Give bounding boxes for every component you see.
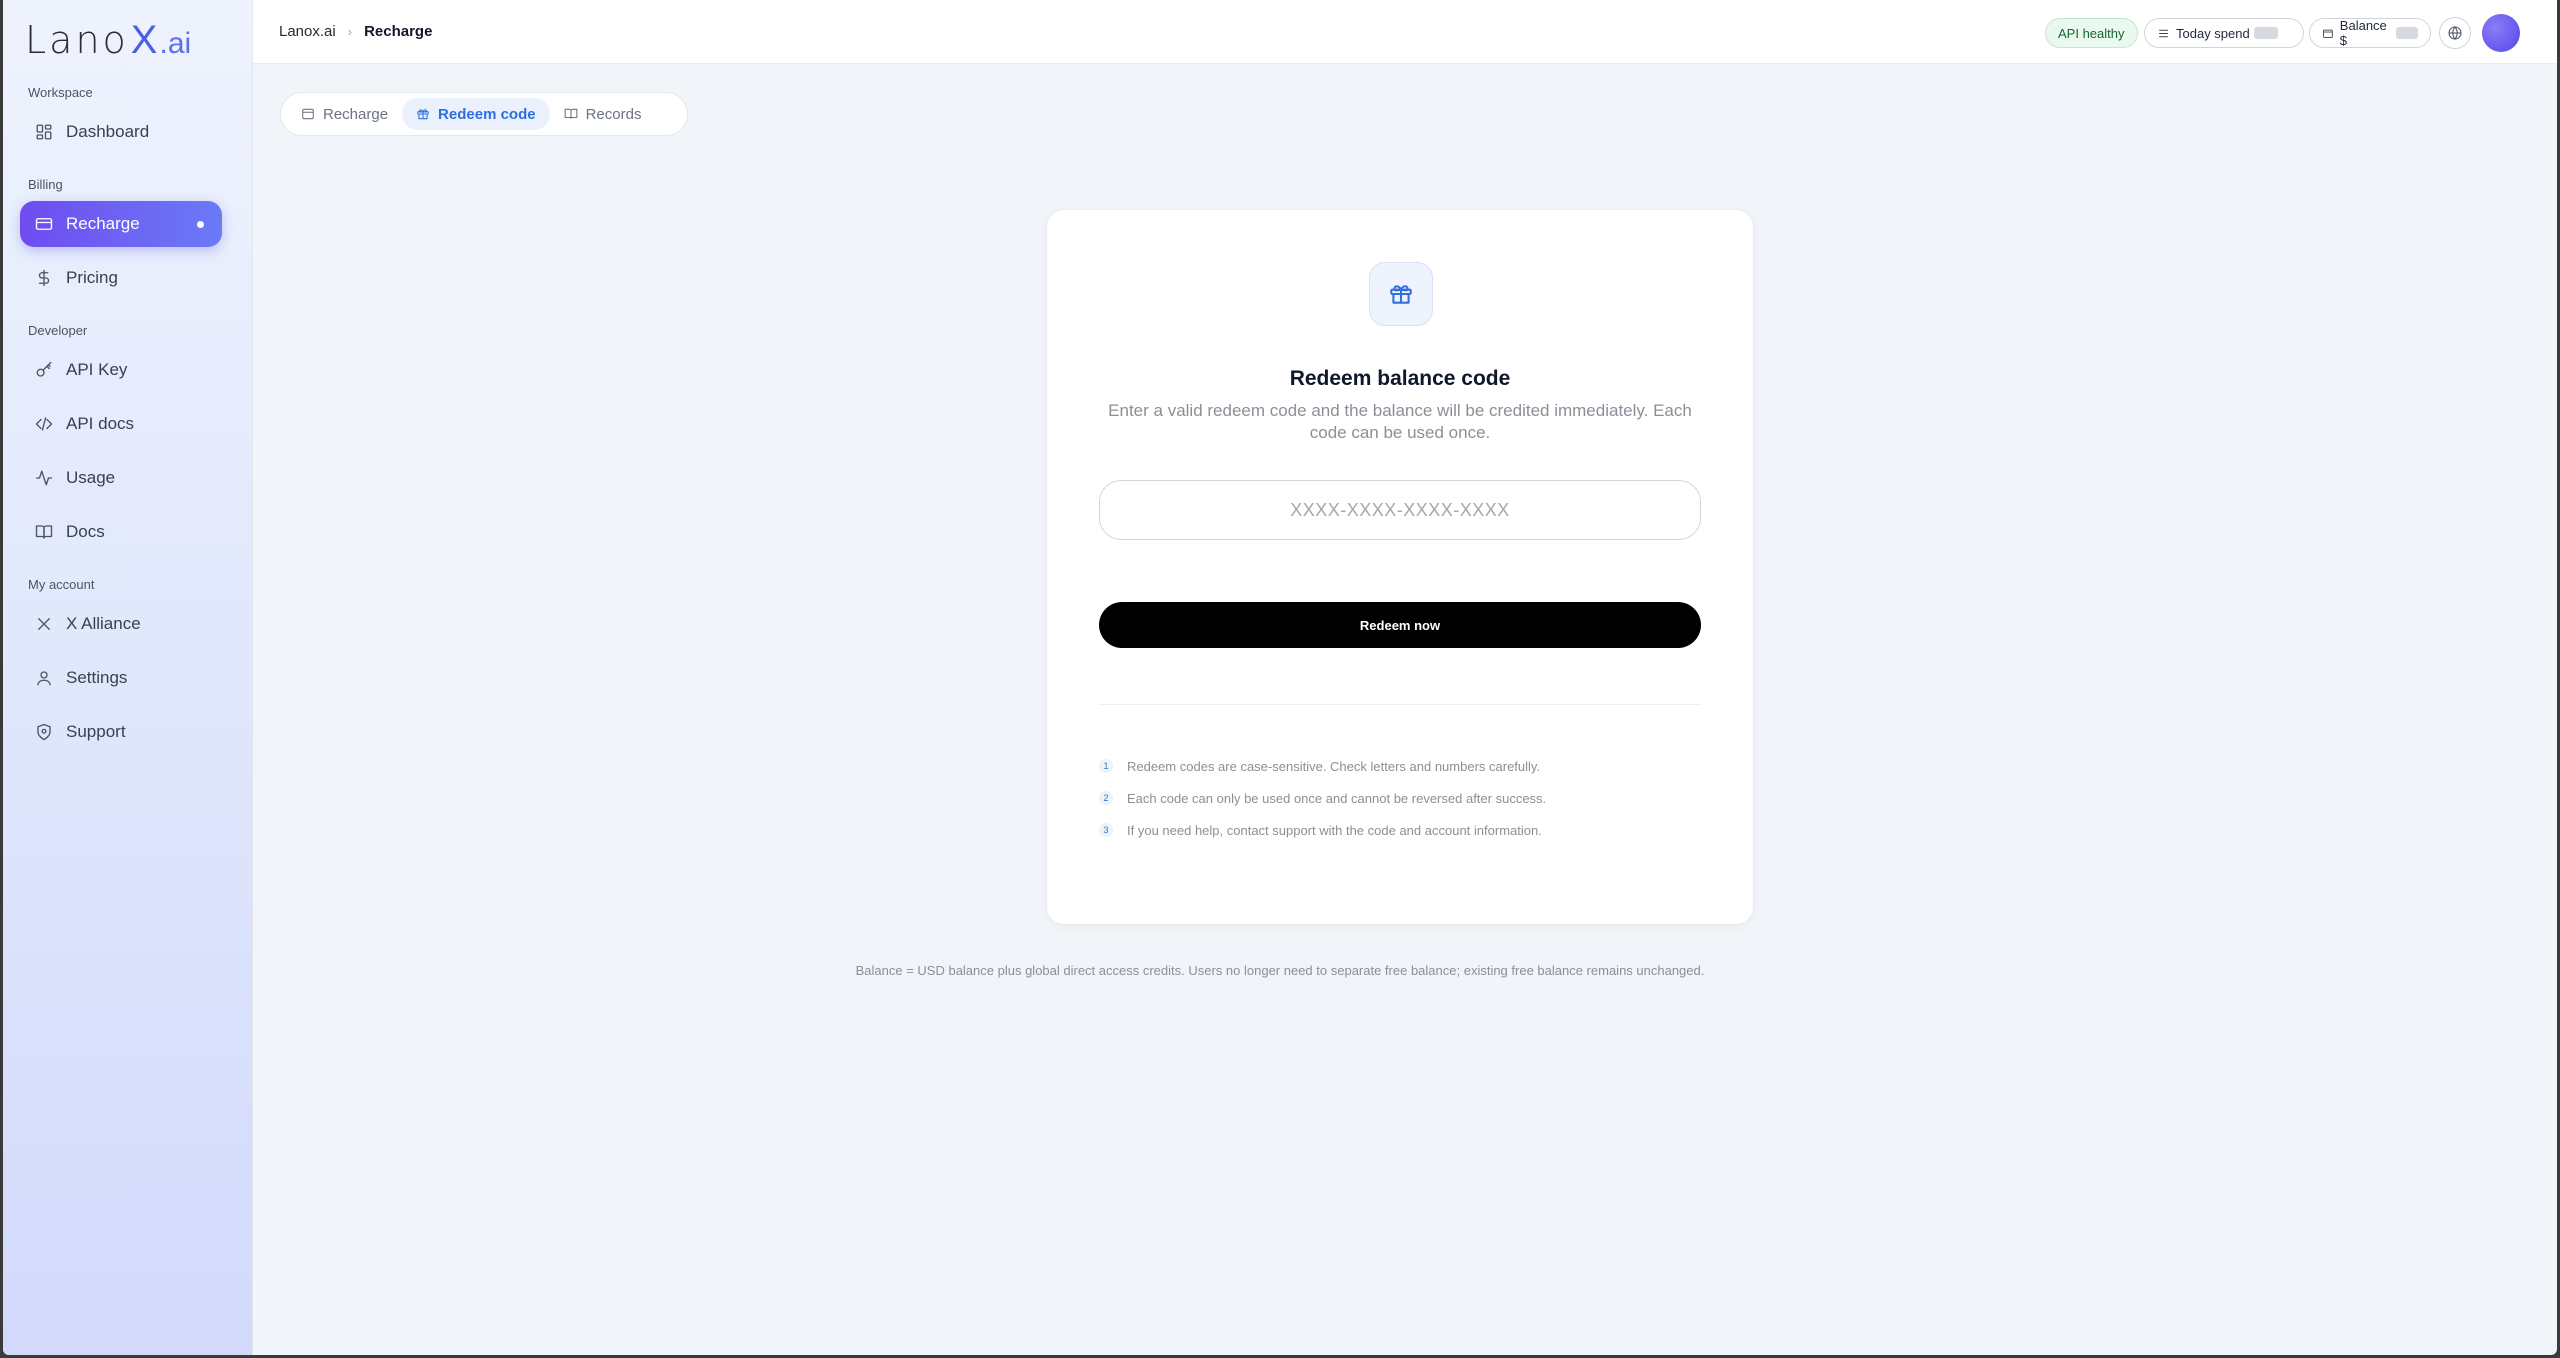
today-spend-value-masked [2253,27,2278,39]
sidebar-item-label: Docs [66,522,105,541]
key-icon [34,360,54,380]
gift-icon [1390,285,1412,304]
balance-value-masked [2396,27,2418,39]
book-icon [34,522,54,542]
redeem-now-button[interactable]: Redeem now [1099,602,1701,648]
x-icon [34,614,54,634]
today-spend-pill[interactable]: Today spend [2144,18,2304,48]
redeem-title: Redeem balance code [1289,367,1511,390]
active-indicator [197,221,204,228]
sidebar-item-label: Dashboard [66,122,150,141]
tip-text: If you need help, contact support with t… [1127,822,1542,838]
redeem-description: Enter a valid redeem code and the balanc… [1108,401,1692,442]
api-status-text: API healthy [2058,25,2125,41]
logo-x: X [130,18,158,62]
sidebar-item-label: API docs [66,414,135,433]
balance-label: Balance $ [2339,18,2387,48]
sidebar-item-label: Settings [66,668,128,687]
tip-text: Each code can only be used once and cann… [1127,790,1547,806]
sidebar-item-pricing[interactable]: Pricing [20,255,222,301]
avatar[interactable] [2482,14,2520,52]
sidebar-item-recharge[interactable]: Recharge [20,201,222,247]
sidebar-item-label: Recharge [66,214,140,233]
gift-icon-badge [1369,262,1433,326]
sidebar-item-label: API Key [66,360,128,379]
tab-label: Records [585,105,642,123]
tab-recharge[interactable]: Recharge [287,98,402,130]
gift-icon [417,109,429,120]
section-label-developer: Developer [28,323,88,338]
tip-item: 3 If you need help, contact support with… [1099,814,1701,846]
sidebar-item-dashboard[interactable]: Dashboard [20,109,222,155]
tip-number: 3 [1099,823,1113,837]
language-button[interactable] [2439,17,2471,49]
user-icon [34,668,54,688]
tip-item: 1 Redeem codes are case-sensitive. Check… [1099,750,1701,782]
sidebar-item-support[interactable]: Support [20,709,222,755]
divider [1099,704,1701,705]
tab-label: Recharge [323,105,389,123]
sidebar-item-label: Pricing [66,268,118,287]
topbar: Lanox.ai › Recharge API healthy Today sp… [253,0,2557,64]
tab-records[interactable]: Records [550,98,656,130]
balance-pill[interactable]: Balance $ [2309,18,2431,48]
tab-redeem-code[interactable]: Redeem code [402,98,550,130]
redeem-card: Redeem balance code Enter a valid redeem… [1046,209,1754,925]
sidebar-item-api-key[interactable]: API Key [20,347,222,393]
logo-text: Lano [25,18,129,62]
logo[interactable]: Lano X .ai [25,18,192,62]
tip-text: Redeem codes are case-sensitive. Check l… [1127,758,1541,774]
dashboard-icon [34,122,54,142]
tip-number: 1 [1099,759,1113,773]
breadcrumb-current: Recharge [364,23,433,40]
sliders-icon [2159,29,2168,37]
today-spend-label: Today spend [2176,25,2250,41]
api-status-badge[interactable]: API healthy [2045,18,2138,48]
shield-icon [34,722,54,742]
tab-label: Redeem code [438,105,536,123]
dollar-icon [34,268,54,288]
sidebar-item-usage[interactable]: Usage [20,455,222,501]
wallet-icon [2323,29,2333,38]
sidebar-item-label: Usage [66,468,116,487]
breadcrumb-root[interactable]: Lanox.ai [279,23,336,40]
app-window: Lano X .ai Workspace Dashboard Billing R… [3,0,2557,1355]
sidebar-item-x-alliance[interactable]: X Alliance [20,601,222,647]
logo-ai: .ai [159,27,192,60]
sidebar-item-label: Support [66,722,126,741]
card-icon [34,214,54,234]
section-label-workspace: Workspace [28,85,93,100]
redeem-tips: 1 Redeem codes are case-sensitive. Check… [1099,750,1701,846]
balance-footnote: Balance = USD balance plus global direct… [855,963,1705,978]
code-icon [34,414,54,434]
activity-icon [34,468,54,488]
tip-item: 2 Each code can only be used once and ca… [1099,782,1701,814]
sidebar: Lano X .ai Workspace Dashboard Billing R… [3,0,253,1355]
billing-tabs: Recharge Redeem code Records [280,92,688,136]
chevron-right-icon: › [347,24,353,39]
book-icon [564,108,577,119]
tip-number: 2 [1099,791,1113,805]
section-label-billing: Billing [28,177,63,192]
globe-icon [2448,26,2462,40]
section-label-my-account: My account [28,577,95,592]
wallet-icon [302,108,314,120]
breadcrumb: Lanox.ai › Recharge [279,23,432,40]
redeem-code-input[interactable] [1099,480,1701,540]
sidebar-item-settings[interactable]: Settings [20,655,222,701]
sidebar-item-api-docs[interactable]: API docs [20,401,222,447]
sidebar-item-docs[interactable]: Docs [20,509,222,555]
sidebar-item-label: X Alliance [66,614,141,633]
